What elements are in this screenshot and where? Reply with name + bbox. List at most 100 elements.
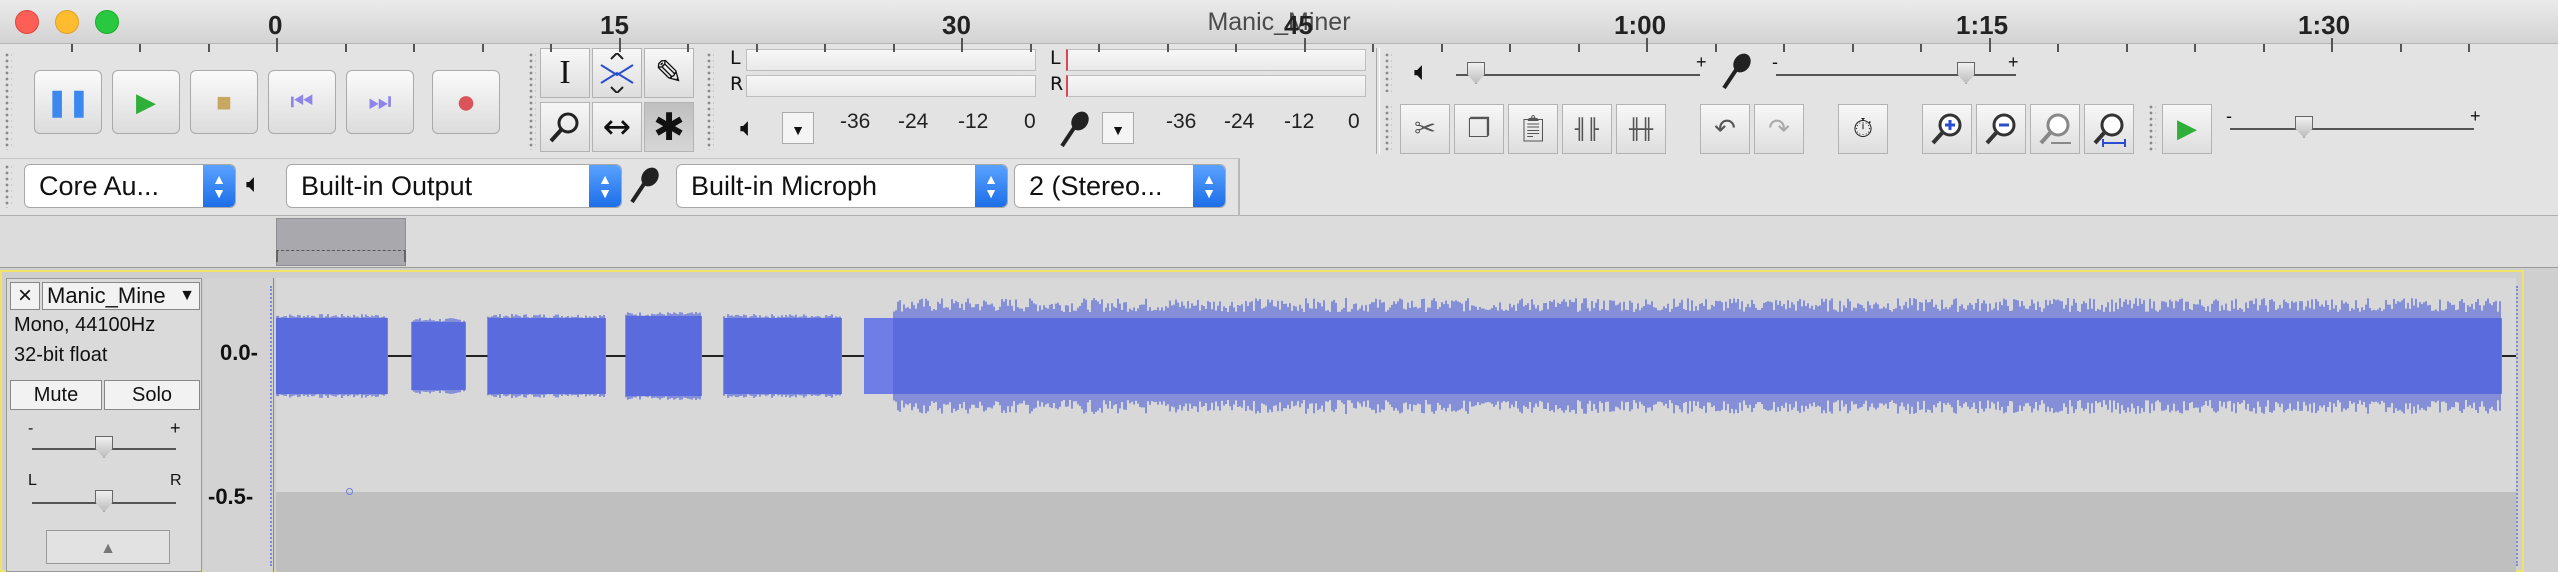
play-at-speed-button[interactable]: ▶ <box>2162 104 2212 154</box>
multi-tool[interactable]: ✱ <box>644 102 694 152</box>
waveform[interactable] <box>276 278 2516 572</box>
output-volume-thumb[interactable] <box>1467 62 1485 84</box>
gain-slider[interactable]: - + <box>28 418 182 464</box>
toolbar-grip[interactable] <box>4 52 12 150</box>
waveform-segment <box>411 318 466 394</box>
draw-tool[interactable]: ✎ <box>644 48 694 98</box>
chevron-updown-icon: ▲ ▼ <box>589 165 621 207</box>
copy-button[interactable]: ❐ <box>1454 104 1504 154</box>
output-device-select[interactable]: Built-in Output ▲ ▼ <box>286 164 622 208</box>
ruler-tick <box>893 44 895 52</box>
pan-thumb[interactable] <box>95 490 113 512</box>
record-meter-right-label: R <box>1050 73 1064 95</box>
solo-label: Solo <box>131 384 173 406</box>
pan-slider[interactable]: L R <box>28 472 182 518</box>
skip-to-start-button[interactable]: ⏮ <box>268 70 336 134</box>
ruler-tick <box>482 44 484 52</box>
audio-host-select[interactable]: Core Au... ▲ ▼ <box>24 164 236 208</box>
fit-project-button[interactable] <box>2084 104 2134 154</box>
meter-grip[interactable] <box>706 52 714 150</box>
playback-meter-right-bar[interactable] <box>746 75 1036 97</box>
play-icon: ▶ <box>136 86 156 117</box>
ruler-tick <box>1030 44 1032 52</box>
ruler-tick <box>1304 38 1306 52</box>
zoom-in-button[interactable] <box>1922 104 1972 154</box>
scissors-icon: ✂ <box>1414 114 1436 144</box>
zoom-out-button[interactable] <box>1976 104 2026 154</box>
window-title: Manic_Miner <box>1207 8 1351 36</box>
track-name-menu[interactable]: Manic_Mine ▼ <box>42 282 200 310</box>
envelope-tool[interactable] <box>592 48 642 98</box>
playback-meter-menu[interactable]: ▼ <box>782 112 814 144</box>
ruler-tick <box>139 44 141 52</box>
play-speed-thumb[interactable] <box>2295 116 2313 138</box>
channels-select[interactable]: 2 (Stereo... ▲ ▼ <box>1014 164 1226 208</box>
chevron-down-icon: ▼ <box>791 122 805 138</box>
input-volume-thumb[interactable] <box>1957 62 1975 84</box>
scale-label-zero: 0.0- <box>220 340 258 365</box>
record-meter-menu[interactable]: ▼ <box>1102 112 1134 144</box>
skip-to-end-button[interactable]: ⏭ <box>346 70 414 134</box>
ruler-tick <box>550 44 552 52</box>
ruler-tick <box>687 44 689 52</box>
record-button[interactable]: ● <box>432 70 500 134</box>
device-grip[interactable] <box>4 164 12 208</box>
record-meter-left-bar[interactable] <box>1066 49 1366 71</box>
pause-icon: ❚❚ <box>46 86 90 117</box>
redo-icon: ↷ <box>1768 114 1790 144</box>
ruler-tick <box>756 44 758 52</box>
playback-meter-left-bar[interactable] <box>746 49 1036 71</box>
pan-left-label: L <box>28 472 37 489</box>
zoom-out-icon <box>1985 113 2016 145</box>
silence-audio-icon: ╫╫ <box>1628 117 1654 141</box>
redo-button[interactable]: ↷ <box>1754 104 1804 154</box>
gain-thumb[interactable] <box>95 436 113 458</box>
pause-button[interactable]: ❚❚ <box>34 70 102 134</box>
record-meter-right-bar[interactable] <box>1066 75 1366 97</box>
trim-button[interactable]: ╢╟ <box>1562 104 1612 154</box>
playback-meter-right-label: R <box>730 73 744 95</box>
output-volume-slider[interactable]: + <box>1456 52 1707 88</box>
sync-lock-button[interactable]: ⏱ <box>1838 104 1888 154</box>
ruler-tick <box>1098 44 1100 52</box>
paste-button[interactable]: 📋︎ <box>1508 104 1558 154</box>
stopwatch-icon: ⏱ <box>1852 113 1874 144</box>
toolbar-divider <box>1376 48 1380 154</box>
ruler-tick <box>1441 44 1443 52</box>
input-device-value: Built-in Microph <box>691 171 878 201</box>
timeshift-tool[interactable]: ↔ <box>592 102 642 152</box>
solo-button[interactable]: Solo <box>104 380 200 410</box>
mute-button[interactable]: Mute <box>10 380 102 410</box>
ruler-tick <box>1167 44 1169 52</box>
selection-tool[interactable]: I <box>540 48 590 98</box>
silence-button[interactable]: ╫╫ <box>1616 104 1666 154</box>
cut-button[interactable]: ✂ <box>1400 104 1450 154</box>
mixer-grip[interactable] <box>1384 52 1392 92</box>
play-speed-slider[interactable]: - + <box>2226 106 2486 142</box>
input-volume-slider[interactable]: - + <box>1772 52 2022 88</box>
fit-selection-button[interactable] <box>2030 104 2080 154</box>
zoom-tool[interactable] <box>540 102 590 152</box>
fit-project-icon <box>2093 113 2126 147</box>
ruler-label-15: 15 <box>600 10 629 40</box>
tools-grip[interactable] <box>528 52 536 150</box>
ruler-tick <box>1715 44 1717 52</box>
ruler-tick <box>824 44 826 52</box>
scale-label-minus-half: -0.5- <box>208 484 254 509</box>
play-speed-minus: - <box>2226 106 2232 126</box>
envelope-point[interactable] <box>346 488 353 495</box>
magnifier-icon <box>549 112 579 143</box>
input-device-select[interactable]: Built-in Microph ▲ ▼ <box>676 164 1008 208</box>
stop-button[interactable]: ■ <box>190 70 258 134</box>
ruler-label-45: 45 <box>1284 10 1313 40</box>
vertical-scale[interactable] <box>204 278 274 572</box>
clipboard-icon: 📋︎ <box>1516 114 1550 144</box>
close-track-button[interactable]: × <box>10 282 40 310</box>
ruler-tick <box>961 38 963 52</box>
play-button[interactable]: ▶ <box>112 70 180 134</box>
collapse-track-button[interactable]: ▲ <box>46 530 170 564</box>
edit-grip[interactable] <box>1384 104 1392 152</box>
play-at-speed-grip[interactable] <box>2148 104 2156 152</box>
zoom-in-icon <box>1931 113 1962 145</box>
undo-button[interactable]: ↶ <box>1700 104 1750 154</box>
